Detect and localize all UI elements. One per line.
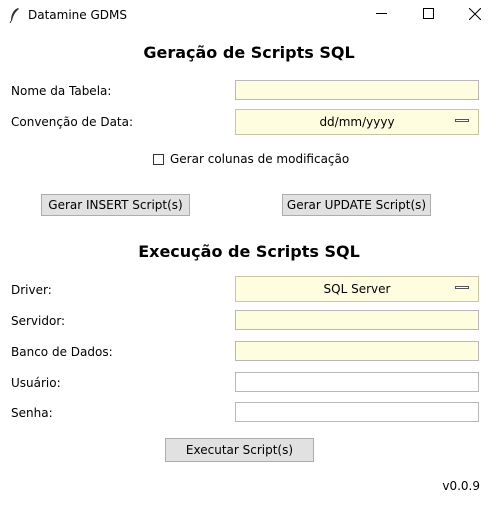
minimize-button[interactable]: [359, 0, 404, 30]
modification-columns-checkbox[interactable]: [153, 153, 164, 165]
generate-insert-button[interactable]: Gerar INSERT Script(s): [41, 194, 190, 216]
user-input[interactable]: [236, 373, 478, 391]
date-format-value: dd/mm/yyyy: [319, 115, 395, 129]
execution-section-title: Execução de Scripts SQL: [138, 242, 360, 261]
date-format-select[interactable]: dd/mm/yyyy: [235, 109, 479, 135]
modification-columns-label: Gerar colunas de modificação: [170, 152, 350, 166]
driver-label: Driver:: [11, 283, 52, 297]
server-input[interactable]: [236, 311, 478, 329]
database-label: Banco de Dados:: [11, 345, 113, 359]
dropdown-indicator-icon: [455, 119, 469, 122]
generate-insert-label: Gerar INSERT Script(s): [48, 198, 183, 212]
table-name-field[interactable]: [235, 80, 479, 100]
database-field[interactable]: [235, 341, 479, 361]
execute-scripts-label: Executar Script(s): [185, 443, 294, 457]
dropdown-indicator-icon: [455, 286, 469, 289]
title-bar: Datamine GDMS: [0, 0, 498, 30]
table-name-input[interactable]: [236, 81, 478, 99]
password-field[interactable]: [235, 402, 479, 422]
close-icon: [468, 7, 481, 23]
password-label: Senha:: [11, 406, 53, 420]
driver-select[interactable]: SQL Server: [235, 276, 479, 302]
maximize-button[interactable]: [406, 0, 451, 30]
window-title: Datamine GDMS: [28, 8, 127, 22]
server-field[interactable]: [235, 310, 479, 330]
server-label: Servidor:: [11, 314, 66, 328]
user-label: Usuário:: [11, 376, 61, 390]
generation-section-title: Geração de Scripts SQL: [143, 43, 355, 62]
minimize-icon: [376, 8, 387, 22]
table-name-label: Nome da Tabela:: [11, 84, 112, 98]
driver-value: SQL Server: [323, 282, 391, 296]
version-label: v0.0.9: [442, 479, 480, 493]
generate-update-button[interactable]: Gerar UPDATE Script(s): [282, 194, 431, 216]
user-field[interactable]: [235, 372, 479, 392]
date-format-label: Convenção de Data:: [11, 115, 134, 129]
database-input[interactable]: [236, 342, 478, 360]
maximize-icon: [423, 8, 434, 22]
password-input[interactable]: [236, 403, 478, 421]
execute-scripts-button[interactable]: Executar Script(s): [165, 438, 314, 462]
generate-update-label: Gerar UPDATE Script(s): [286, 198, 427, 212]
feather-icon: [8, 7, 22, 24]
modification-columns-option[interactable]: Gerar colunas de modificação: [153, 152, 349, 166]
close-button[interactable]: [452, 0, 497, 30]
